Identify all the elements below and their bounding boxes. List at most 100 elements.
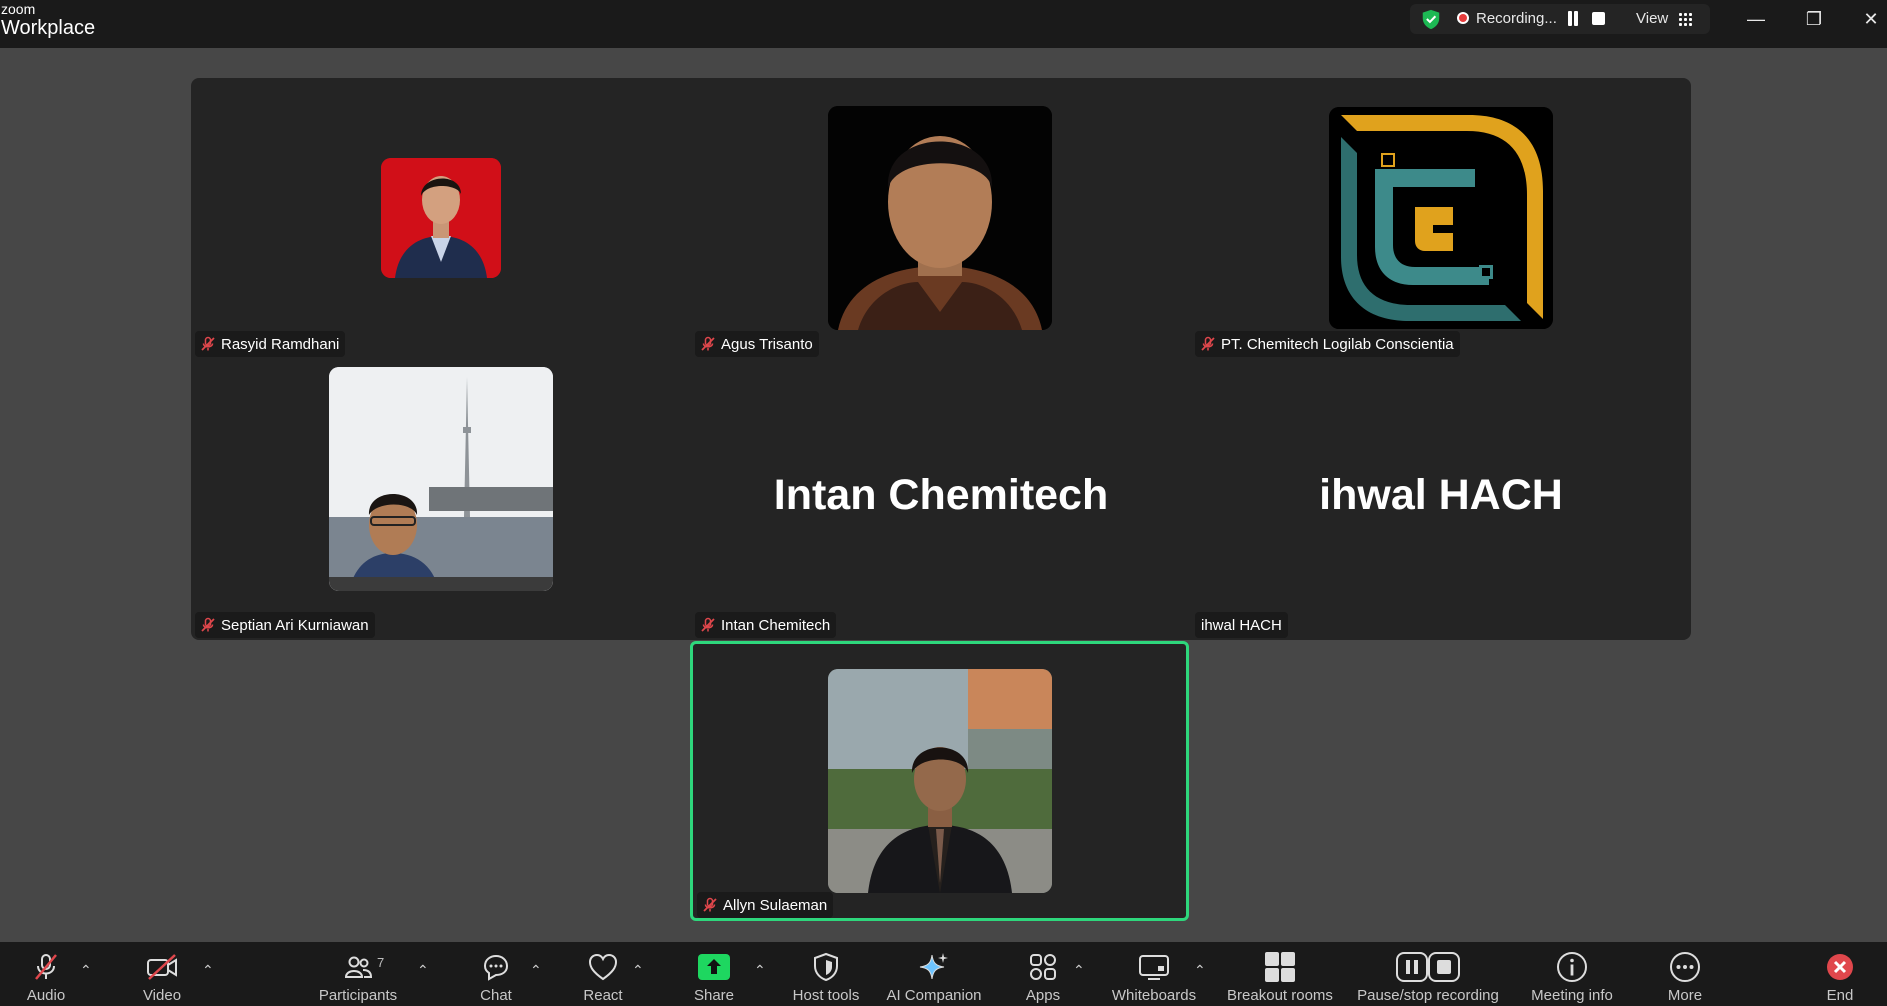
muted-mic-icon: [35, 954, 57, 980]
muted-mic-icon: [201, 336, 215, 351]
pause-stop-recording-button[interactable]: Pause/stop recording: [1354, 942, 1502, 1006]
participant-display-name: Intan Chemitech: [773, 471, 1109, 519]
info-icon: [1557, 952, 1587, 982]
pause-stop-recording-label: Pause/stop recording: [1357, 987, 1499, 1004]
participants-count: 7: [377, 955, 385, 970]
shield-icon: [814, 952, 838, 982]
participant-name: PT. Chemitech Logilab Conscientia: [1221, 335, 1454, 353]
pause-stop-recording-icon: [1396, 952, 1460, 982]
meeting-info-button[interactable]: Meeting info: [1526, 942, 1618, 1006]
chat-options-chevron-icon[interactable]: ⌃: [530, 962, 542, 979]
share-screen-icon: [698, 954, 730, 980]
participant-name: Intan Chemitech: [721, 616, 831, 634]
muted-mic-icon: [703, 897, 717, 912]
video-button[interactable]: Video: [138, 942, 186, 1006]
pause-recording-icon[interactable]: [1566, 11, 1580, 26]
heart-icon: [588, 953, 618, 981]
muted-mic-icon: [201, 617, 215, 632]
react-label: React: [583, 987, 623, 1004]
muted-mic-icon: [701, 617, 715, 632]
company-logo-avatar: [1329, 107, 1553, 329]
minimize-button[interactable]: —: [1741, 8, 1771, 30]
ai-companion-button[interactable]: AI Companion: [884, 942, 984, 1006]
audio-options-chevron-icon[interactable]: ⌃: [80, 962, 92, 979]
more-label: More: [1667, 987, 1703, 1004]
apps-button[interactable]: Apps: [1022, 942, 1064, 1006]
participant-name: Agus Trisanto: [721, 335, 813, 353]
breakout-rooms-label: Breakout rooms: [1227, 987, 1333, 1004]
video-label: Video: [142, 987, 182, 1004]
participant-nameplate: Rasyid Ramdhani: [195, 331, 346, 357]
share-button[interactable]: Share: [690, 942, 738, 1006]
participants-options-chevron-icon[interactable]: ⌃: [417, 962, 429, 979]
zoom-logo: zoom Workplace: [1, 2, 95, 38]
participant-name: Allyn Sulaeman: [723, 896, 828, 914]
whiteboards-label: Whiteboards: [1111, 987, 1197, 1004]
participant-tile[interactable]: Septian Ari Kurniawan: [191, 359, 691, 640]
share-label: Share: [693, 987, 735, 1004]
participant-tile[interactable]: ihwal HACH ihwal HACH: [1191, 359, 1691, 640]
recording-dot-icon: [1459, 14, 1467, 22]
participant-nameplate: Agus Trisanto: [695, 331, 819, 357]
participant-tile[interactable]: Rasyid Ramdhani: [191, 78, 691, 359]
audio-label: Audio: [26, 987, 66, 1004]
stop-recording-icon[interactable]: [1592, 12, 1605, 25]
participants-button[interactable]: Participants: [314, 942, 402, 1006]
participant-nameplate: Septian Ari Kurniawan: [195, 612, 375, 638]
participant-nameplate: PT. Chemitech Logilab Conscientia: [1195, 331, 1460, 357]
participant-name: Septian Ari Kurniawan: [221, 616, 369, 634]
host-tools-label: Host tools: [792, 987, 860, 1004]
breakout-rooms-button[interactable]: Breakout rooms: [1224, 942, 1336, 1006]
muted-mic-icon: [1201, 336, 1215, 351]
breakout-rooms-icon: [1265, 952, 1295, 982]
participant-display-name: ihwal HACH: [1319, 471, 1563, 519]
active-speaker-tile[interactable]: Allyn Sulaeman: [690, 641, 1189, 921]
whiteboard-icon: [1139, 955, 1169, 980]
chat-button[interactable]: Chat: [476, 942, 516, 1006]
chat-label: Chat: [480, 987, 512, 1004]
more-dots-icon: [1670, 952, 1700, 982]
title-bar: zoom Workplace Recording... View — ❐ ✕: [0, 0, 1887, 48]
participant-nameplate: Intan Chemitech: [695, 612, 837, 638]
video-options-chevron-icon[interactable]: ⌃: [202, 962, 214, 979]
participant-tile[interactable]: Intan Chemitech Intan Chemitech: [691, 359, 1191, 640]
apps-label: Apps: [1025, 987, 1061, 1004]
more-button[interactable]: More: [1664, 942, 1706, 1006]
participants-label: Participants: [318, 987, 398, 1004]
share-options-chevron-icon[interactable]: ⌃: [754, 962, 766, 979]
audio-button[interactable]: Audio: [20, 942, 72, 1006]
participant-nameplate: Allyn Sulaeman: [697, 892, 834, 918]
whiteboards-button[interactable]: Whiteboards: [1108, 942, 1200, 1006]
apps-icon: [1030, 954, 1056, 980]
recording-status: Recording...: [1476, 10, 1557, 27]
participant-nameplate: ihwal HACH: [1195, 612, 1288, 638]
close-button[interactable]: ✕: [1856, 8, 1886, 30]
restore-button[interactable]: ❐: [1799, 8, 1829, 30]
video-gallery: Rasyid Ramdhani Agus Trisanto PT. Chemit…: [191, 78, 1691, 640]
participant-tile[interactable]: PT. Chemitech Logilab Conscientia: [1191, 78, 1691, 359]
meeting-info-label: Meeting info: [1531, 987, 1613, 1004]
whiteboards-options-chevron-icon[interactable]: ⌃: [1194, 962, 1206, 979]
logo-workplace-text: Workplace: [1, 17, 96, 39]
avatar: [329, 367, 553, 591]
apps-options-chevron-icon[interactable]: ⌃: [1073, 962, 1085, 979]
avatar: [381, 158, 501, 278]
grid-view-icon[interactable]: [1678, 12, 1692, 26]
chat-icon: [483, 954, 509, 981]
view-button[interactable]: View: [1636, 10, 1668, 27]
avatar: [828, 669, 1052, 893]
end-label: End: [1826, 987, 1854, 1004]
participant-name: Rasyid Ramdhani: [221, 335, 340, 353]
react-button[interactable]: React: [580, 942, 626, 1006]
end-meeting-button[interactable]: End: [1823, 942, 1857, 1006]
end-call-icon: [1827, 954, 1853, 980]
ai-sparkle-icon: [919, 953, 948, 980]
host-tools-button[interactable]: Host tools: [790, 942, 862, 1006]
meeting-toolbar: Audio ⌃ Video ⌃ Participants 7 ⌃ Chat ⌃ …: [0, 942, 1887, 1006]
react-options-chevron-icon[interactable]: ⌃: [632, 962, 644, 979]
logo-zoom-text: zoom: [1, 1, 36, 17]
participant-tile[interactable]: Agus Trisanto: [691, 78, 1191, 359]
participant-name: ihwal HACH: [1201, 616, 1282, 634]
encryption-shield-icon[interactable]: [1420, 8, 1442, 30]
avatar: [828, 106, 1052, 330]
